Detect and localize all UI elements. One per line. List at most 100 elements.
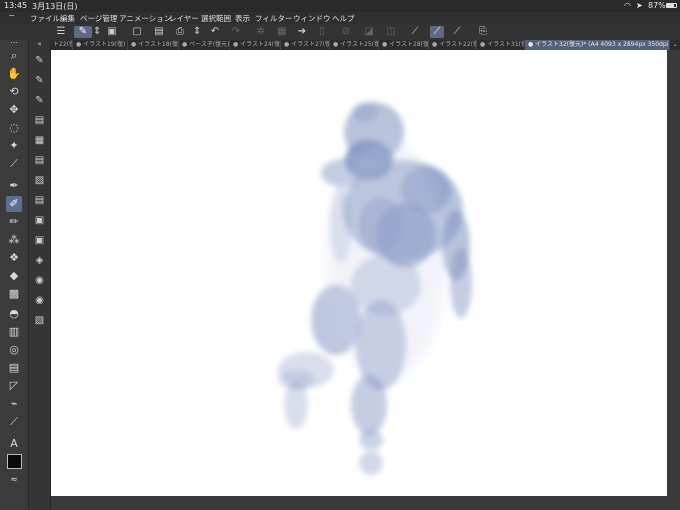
command-bar: ☰ ✎ ⇕ ▣ ▢ ▤ ⎙ ⇕ ↶ ↷ ✲ ▦ ➔ ▯ ⊘ ◪ ◫ ⟋ ⟋ ⟋ … <box>0 24 680 41</box>
main-color-swatch[interactable] <box>7 454 22 469</box>
balloon-icon[interactable]: ⌁ <box>6 396 22 412</box>
canvas-tab-bar: ト22(復元) ● イラスト19(復) ● イラスト18(復) ● ペース子(復… <box>50 40 680 50</box>
tab-7[interactable]: ● イラスト25(復) <box>330 40 379 50</box>
sub-tool-7[interactable]: ▨ <box>32 173 47 188</box>
menu-bar: ⌔ ファイル 編集 ページ管理 アニメーション レイヤー 選択範囲 表示 フィル… <box>0 12 680 24</box>
sub-tool-9[interactable]: ▣ <box>32 213 47 228</box>
tab-5[interactable]: ● イラスト24(復) <box>230 40 281 50</box>
hamburger-icon[interactable]: ☰ <box>55 26 67 38</box>
tab-menu-chevron-icon[interactable]: ⌄ <box>670 40 680 50</box>
sub-tool-1[interactable]: ✎ <box>32 53 47 68</box>
menu-layer[interactable]: レイヤー <box>169 13 199 24</box>
ruler-snap-icon[interactable]: ⟋ <box>409 26 421 38</box>
tab-active[interactable]: ● イラスト32(復元)* (A4 4093 x 2894px 350dpi 6… <box>525 40 670 50</box>
tab-8[interactable]: ● イラスト28(復) <box>379 40 429 50</box>
sub-tool-12[interactable]: ◉ <box>32 273 47 288</box>
eraser-icon[interactable]: ◆ <box>6 268 22 284</box>
sub-tool-6[interactable]: ▤ <box>32 153 47 168</box>
pencil-icon[interactable]: ✏ <box>6 214 22 230</box>
status-date: 3月13日(日) <box>32 2 78 11</box>
menu-page[interactable]: ページ管理 <box>80 13 117 24</box>
hand-icon[interactable]: ✋ <box>6 66 22 82</box>
special-ruler-snap-icon[interactable]: ⟋ <box>430 26 444 38</box>
camera-icon[interactable]: ▣ <box>106 26 118 38</box>
ios-status-bar: 13:45 3月13日(日) ◠ ➤ 87% <box>0 0 680 12</box>
app-logo-icon[interactable]: ⌔ <box>8 13 16 23</box>
sub-tool-3[interactable]: ✎ <box>32 93 47 108</box>
edit-memo-icon[interactable]: ⎘ <box>477 26 489 38</box>
edit-mode-icon[interactable]: ✎ <box>74 26 92 38</box>
color-switch-icon[interactable]: ≈ <box>6 472 22 488</box>
painted-figure <box>278 102 472 475</box>
collapse-icon[interactable]: « <box>32 40 47 48</box>
ruler-icon[interactable]: ◸ <box>6 378 22 394</box>
horizontal-scrollbar[interactable] <box>51 496 680 510</box>
menu-help[interactable]: ヘルプ <box>332 13 355 24</box>
frame-border-icon[interactable]: ▤ <box>6 360 22 376</box>
tab-6[interactable]: ● イラスト27(復) <box>281 40 330 50</box>
redo-icon[interactable]: ↷ <box>230 26 242 38</box>
sub-tool-11[interactable]: ◈ <box>32 253 47 268</box>
battery-percent: 87% <box>648 1 666 10</box>
wifi-icon: ◠ <box>624 1 631 10</box>
save-options-icon[interactable]: ⇕ <box>193 26 201 38</box>
crop-icon[interactable]: ▯ <box>316 26 328 38</box>
clear-icon[interactable]: ✲ <box>255 26 267 38</box>
decoration-icon[interactable]: ❖ <box>6 250 22 266</box>
transform-icon[interactable]: ▦ <box>276 26 288 38</box>
figure-icon[interactable]: ◎ <box>6 342 22 358</box>
fill-selection-icon[interactable]: ◪ <box>363 26 375 38</box>
selection-border-icon[interactable]: ◫ <box>385 26 397 38</box>
airbrush-icon[interactable]: ⁂ <box>6 232 22 248</box>
sub-tool-2[interactable]: ✎ <box>32 73 47 88</box>
tab-3[interactable]: ● イラスト18(復) <box>128 40 179 50</box>
magic-wand-icon[interactable]: ✦ <box>6 138 22 154</box>
updown-icon[interactable]: ⇕ <box>93 26 101 38</box>
open-folder-icon[interactable]: ▤ <box>153 26 165 38</box>
menu-view[interactable]: 表示 <box>235 13 250 24</box>
palette-menu-icon[interactable]: ⋯ <box>6 39 22 47</box>
lasso-select-icon[interactable]: ◌ <box>6 120 22 136</box>
fill-icon[interactable]: ◓ <box>6 306 22 322</box>
sub-tool-5[interactable]: ▦ <box>32 133 47 148</box>
menu-animation[interactable]: アニメーション <box>119 13 171 24</box>
gradient-icon[interactable]: ▥ <box>6 324 22 340</box>
correction-line-icon[interactable]: ⟋ <box>6 414 22 430</box>
tool-palette: ⋯ ⌕ ✋ ⟲ ✥ ◌ ✦ ⟋ ✒ ✐ ✏ ⁂ ❖ ◆ ▩ ◓ ▥ ◎ ▤ ◸ … <box>0 39 29 510</box>
menu-window[interactable]: ウィンドウ <box>293 13 331 24</box>
tab-2[interactable]: ● イラスト19(復) <box>73 40 128 50</box>
menu-selection[interactable]: 選択範囲 <box>201 13 231 24</box>
tab-9[interactable]: ● イラスト22(復) <box>429 40 477 50</box>
sub-tool-8[interactable]: ▤ <box>32 193 47 208</box>
save-icon[interactable]: ⎙ <box>174 26 186 38</box>
zoom-icon[interactable]: ⌕ <box>6 48 22 64</box>
drawing-canvas[interactable] <box>51 50 667 496</box>
tab-1[interactable]: ト22(復元) <box>50 40 73 50</box>
sub-tool-4[interactable]: ▤ <box>32 113 47 128</box>
sub-tool-14[interactable]: ▧ <box>32 313 47 328</box>
deselect-icon[interactable]: ➔ <box>296 26 308 38</box>
menu-file[interactable]: ファイル <box>30 13 60 24</box>
sub-tool-palette: « ✎ ✎ ✎ ▤ ▦ ▤ ▨ ▤ ▣ ▣ ◈ ◉ ◉ ▧ <box>29 40 51 510</box>
new-file-icon[interactable]: ▢ <box>131 26 143 38</box>
invert-selection-icon[interactable]: ⊘ <box>340 26 352 38</box>
vertical-scrollbar[interactable] <box>667 50 680 496</box>
tab-4[interactable]: ● ペース子(復元)* <box>179 40 230 50</box>
move-icon[interactable]: ✥ <box>6 102 22 118</box>
undo-icon[interactable]: ↶ <box>209 26 221 38</box>
eyedropper-icon[interactable]: ⟋ <box>6 156 22 172</box>
sub-tool-13[interactable]: ◉ <box>32 293 47 308</box>
grid-snap-icon[interactable]: ⟋ <box>451 26 463 38</box>
blend-icon[interactable]: ▩ <box>6 286 22 302</box>
pen-icon[interactable]: ✒ <box>6 178 22 194</box>
text-icon[interactable]: A <box>6 436 22 452</box>
sub-tool-10[interactable]: ▣ <box>32 233 47 248</box>
menu-filter[interactable]: フィルター <box>255 13 292 24</box>
status-time: 13:45 <box>4 1 28 10</box>
battery-icon <box>666 3 677 8</box>
location-icon: ➤ <box>636 1 643 10</box>
rotate-icon[interactable]: ⟲ <box>6 84 22 100</box>
tab-10[interactable]: ● イラスト31(復) <box>477 40 525 50</box>
menu-edit[interactable]: 編集 <box>60 13 75 24</box>
brush-icon[interactable]: ✐ <box>6 196 22 212</box>
